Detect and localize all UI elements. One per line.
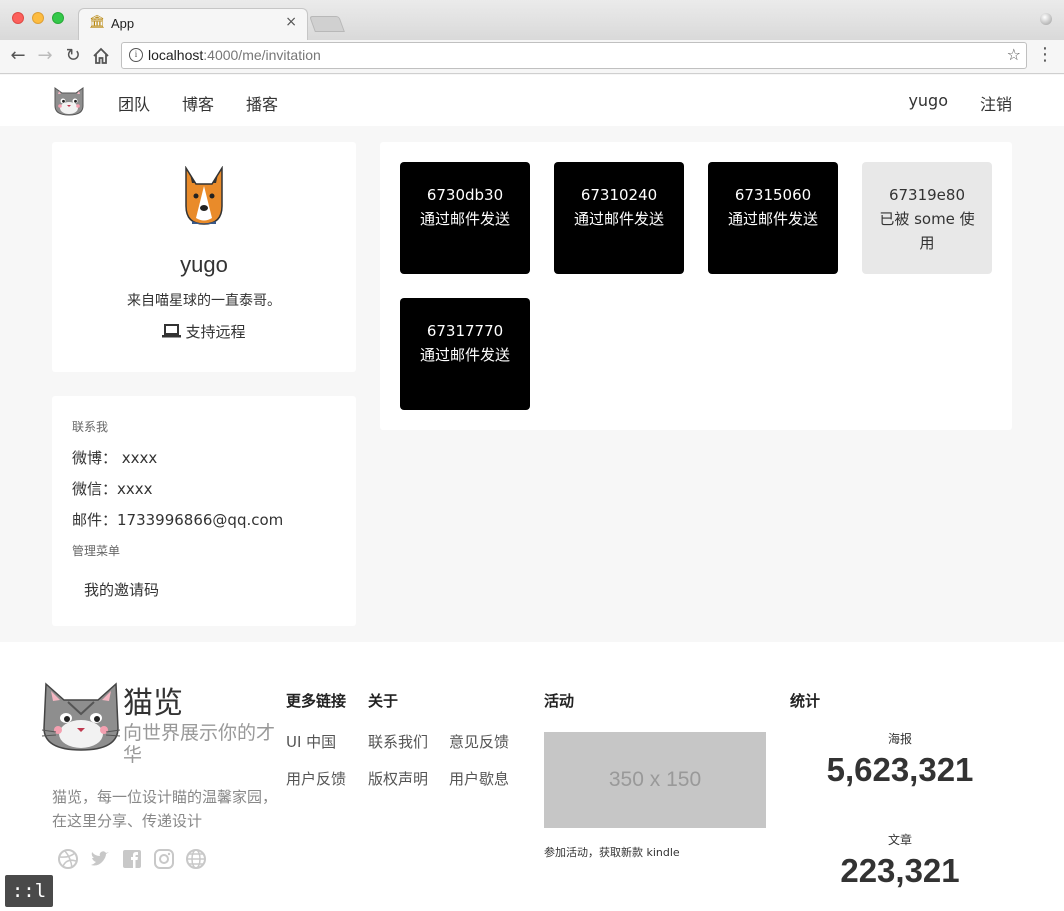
invitation-code: 67315060 [734, 186, 812, 204]
back-arrow-icon[interactable]: ← [7, 45, 29, 67]
nav-user-link[interactable]: yugo [908, 91, 948, 110]
invitation-code-tile[interactable]: 67317770 通过邮件发送 [400, 298, 530, 410]
nav-blog-link[interactable]: 博客 [182, 91, 214, 115]
close-window-button[interactable] [12, 12, 24, 24]
stat-value-articles: 223,321 [840, 852, 960, 889]
cat-logo-icon [41, 682, 121, 751]
invitation-code: 6730db30 [426, 186, 504, 204]
stats-title: 统计 [790, 692, 821, 710]
new-tab-button[interactable] [309, 16, 345, 32]
wechat-line: 微信：xxxx [72, 480, 153, 498]
twitter-icon[interactable] [89, 848, 111, 870]
corgi-avatar [185, 166, 223, 225]
dribbble-icon[interactable] [57, 848, 79, 870]
invitation-code: 67317770 [426, 322, 504, 340]
stat-value-posters: 5,623,321 [826, 751, 974, 788]
info-icon[interactable]: i [129, 48, 143, 62]
about-title: 关于 [368, 692, 399, 710]
my-invitation-codes-link[interactable]: 我的邀请码 [84, 579, 159, 600]
brand-name: 猫览 [123, 686, 183, 721]
invitation-code-tile[interactable]: 67310240 通过邮件发送 [554, 162, 684, 274]
laptop-icon [162, 324, 182, 338]
nav-team-link[interactable]: 团队 [118, 91, 150, 115]
url-text[interactable]: localhost:4000/me/invitation [148, 47, 321, 63]
email-line: 邮件：1733996866@qq.com [72, 511, 284, 529]
browser-tab[interactable]: 🏛 App × [78, 8, 308, 40]
contact-card: 联系我 微博： xxxx 微信：xxxx 邮件：1733996866@qq.co… [52, 396, 356, 626]
invitation-code-tile[interactable]: 67315060 通过邮件发送 [708, 162, 838, 274]
nav-podcast-link[interactable]: 播客 [246, 91, 278, 115]
invitation-status: 通过邮件发送 [573, 210, 664, 228]
brand-description: 猫览，每一位设计瞄的温馨家园，在这里分享、传递设计 [52, 788, 278, 830]
facebook-icon[interactable] [121, 848, 143, 870]
instagram-icon[interactable] [153, 848, 175, 870]
admin-menu-label: 管理菜单 [72, 544, 121, 558]
bank-icon: 🏛 [89, 15, 106, 30]
weibo-line: 微博： xxxx [72, 449, 158, 467]
activity-title: 活动 [544, 692, 575, 710]
footer-link-user-feedback[interactable]: 用户反馈 [286, 768, 346, 789]
browser-toolbar: ← → ↻ i localhost:4000/me/invitation ☆ ⋮ [0, 40, 1064, 74]
invitation-code-tile-used: 67319e80 已被 some 使用 [862, 162, 992, 274]
remote-work-text: 支持远程 [185, 323, 246, 341]
logout-link[interactable]: 注销 [980, 91, 1012, 115]
tab-close-icon[interactable]: × [285, 14, 297, 30]
app-header: 团队 博客 播客 yugo 注销 [0, 75, 1064, 126]
activity-caption[interactable]: 参加活动，获取新款 kindle [544, 844, 680, 860]
browser-titlebar: 🏛 App × [0, 0, 1064, 40]
home-icon[interactable] [90, 45, 112, 71]
profile-bio: 来自喵星球的一直泰哥。 [127, 293, 281, 309]
brand-tagline: 向世界展示你的才华 [123, 722, 276, 766]
stat-label-posters: 海报 [887, 732, 912, 746]
activity-banner-placeholder[interactable]: 350 x 150 [544, 732, 766, 828]
forward-arrow-icon[interactable]: → [34, 45, 56, 67]
footer-link-copyright[interactable]: 版权声明 [368, 768, 428, 789]
profile-name: yugo [180, 252, 228, 277]
invitation-status: 通过邮件发送 [419, 346, 510, 364]
profile-card: yugo 来自喵星球的一直泰哥。 支持远程 [52, 142, 356, 372]
footer-link-contact-us[interactable]: 联系我们 [368, 731, 428, 752]
footer-link-ui-china[interactable]: UI 中国 [286, 731, 336, 752]
bookmark-star-icon[interactable]: ☆ [1007, 45, 1021, 64]
invitation-codes-panel: 6730db30 通过邮件发送 67310240 通过邮件发送 67315060… [380, 142, 1012, 430]
maximize-window-button[interactable] [52, 12, 64, 24]
footer-link-user-rest[interactable]: 用户歇息 [449, 768, 509, 789]
browser-menu-icon[interactable]: ⋮ [1036, 46, 1054, 64]
stat-label-articles: 文章 [887, 833, 912, 847]
invitation-code: 67319e80 [888, 186, 966, 204]
site-footer: 猫览 向世界展示你的才华 猫览，每一位设计瞄的温馨家园，在这里分享、传递设计 更… [0, 642, 1064, 911]
remote-work-label: 支持远程 [52, 321, 356, 342]
cat-logo-icon[interactable] [52, 84, 86, 116]
contact-section-label: 联系我 [72, 420, 109, 434]
invitation-code: 67310240 [580, 186, 658, 204]
globe-icon[interactable] [185, 848, 207, 870]
invitation-code-tile[interactable]: 6730db30 通过邮件发送 [400, 162, 530, 274]
more-links-title: 更多链接 [286, 692, 347, 710]
profile-orb-icon[interactable] [1040, 13, 1052, 25]
dev-badge[interactable]: ::l [5, 875, 53, 907]
invitation-status: 已被 some 使用 [879, 210, 975, 252]
tab-title: App [111, 16, 135, 31]
minimize-window-button[interactable] [32, 12, 44, 24]
reload-icon[interactable]: ↻ [62, 45, 84, 67]
address-bar[interactable]: i localhost:4000/me/invitation ☆ [121, 42, 1027, 69]
invitation-status: 通过邮件发送 [727, 210, 818, 228]
footer-link-suggestions[interactable]: 意见反馈 [449, 731, 509, 752]
invitation-status: 通过邮件发送 [419, 210, 510, 228]
